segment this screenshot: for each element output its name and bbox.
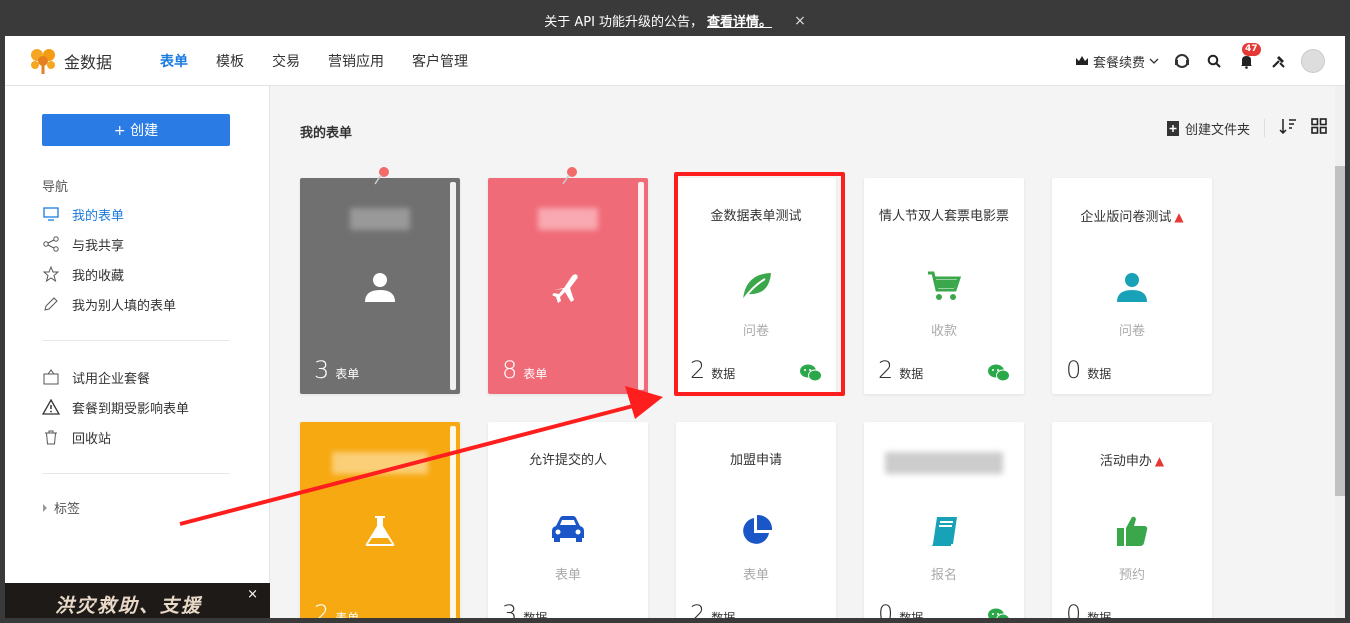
- annotation-arrow: [179, 386, 663, 526]
- app-frame: 关于 API 功能升级的公告， 查看详情。 × 金数据 表单 模板 交易 营销应…: [5, 5, 1345, 618]
